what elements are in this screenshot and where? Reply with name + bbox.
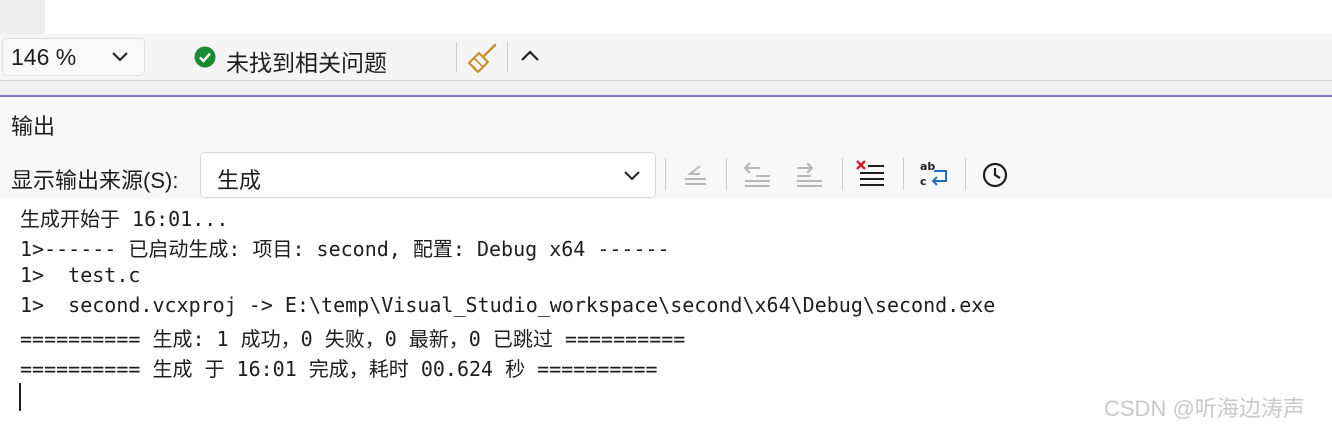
clear-all-icon[interactable]	[854, 158, 888, 192]
toolbar-separator	[965, 158, 966, 190]
broom-icon[interactable]	[466, 41, 500, 75]
output-title: 输出	[11, 114, 56, 139]
editor-status-bar: 146 % 未找到相关问题	[0, 34, 1332, 80]
status-separator	[456, 42, 457, 72]
issues-text: 未找到相关问题	[226, 50, 387, 76]
status-separator	[507, 42, 508, 72]
svg-text:c: c	[920, 175, 927, 188]
output-source-value: 生成	[217, 168, 262, 193]
show-timestamps-icon[interactable]	[978, 158, 1012, 192]
toolbar-separator	[903, 158, 904, 190]
output-source-dropdown[interactable]: 生成	[200, 152, 656, 198]
svg-text:ab: ab	[920, 160, 935, 173]
chevron-up-icon[interactable]	[518, 44, 542, 68]
output-line: 1>------ 已启动生成: 项目: second, 配置: Debug x6…	[20, 237, 670, 261]
toolbar-separator	[665, 158, 666, 190]
output-window: 输出 显示输出来源(S): 生成 ab c 生成开始于 16:01... 1>-…	[0, 97, 1332, 426]
output-line: 1> test.c	[20, 263, 141, 287]
toggle-word-wrap-icon[interactable]: ab c	[916, 158, 950, 192]
toolbar-separator	[842, 158, 843, 190]
zoom-value: 146 %	[11, 44, 77, 70]
document-tab-strip	[0, 0, 1332, 34]
output-line: ========== 生成 于 16:01 完成，耗时 00.624 秒 ===…	[20, 357, 658, 381]
toolbar-separator	[726, 158, 727, 190]
output-line: ========== 生成: 1 成功，0 失败，0 最新，0 已跳过 ====…	[20, 327, 686, 351]
find-previous-icon[interactable]	[740, 158, 774, 192]
output-line: 生成开始于 16:01...	[20, 207, 229, 231]
chevron-down-icon	[624, 171, 640, 181]
tab-strip-gutter	[0, 0, 45, 34]
find-next-icon[interactable]	[792, 158, 826, 192]
text-cursor	[19, 383, 21, 411]
chevron-down-icon	[112, 52, 128, 62]
zoom-dropdown[interactable]: 146 %	[2, 38, 145, 76]
check-circle-icon	[194, 46, 216, 68]
visual-studio-window: 146 % 未找到相关问题 输出 显示输出来源(S): 生成 ab c 生成开始…	[0, 0, 1332, 426]
panel-splitter-grip[interactable]	[0, 81, 1332, 95]
output-line: 1> second.vcxproj -> E:\temp\Visual_Stud…	[20, 293, 996, 317]
go-to-previous-message-icon[interactable]	[678, 158, 712, 192]
watermark: CSDN @听海边涛声	[1104, 396, 1305, 421]
output-source-label: 显示输出来源(S):	[11, 168, 179, 193]
